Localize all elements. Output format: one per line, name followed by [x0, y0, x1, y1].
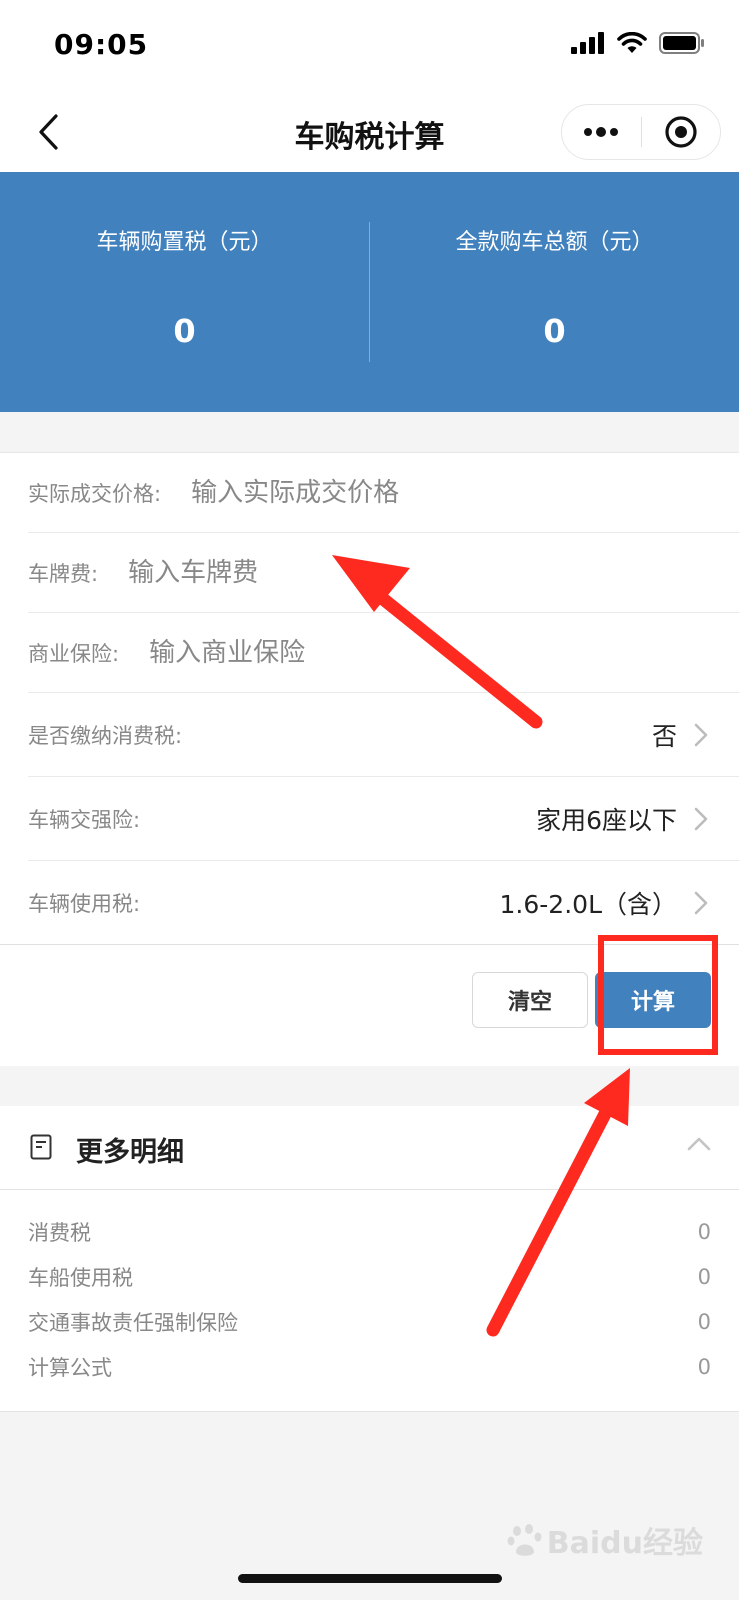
detail-label: 车船使用税: [28, 1266, 133, 1290]
insurance-row: 商业保险:: [28, 613, 739, 693]
usage-tax-value: 1.6-2.0L（含）: [499, 889, 677, 919]
clear-button[interactable]: 清空: [472, 972, 588, 1028]
details-card: 更多明细 消费税 0 车船使用税 0 交通事故责任强制保险 0 计算公式 0: [0, 1106, 739, 1412]
chevron-right-icon: [694, 723, 708, 746]
status-bar: 09:05: [0, 0, 739, 92]
chevron-right-icon: [694, 891, 708, 914]
detail-row: 车船使用税 0: [28, 1257, 711, 1297]
nav-bar: 车购税计算: [0, 92, 739, 172]
status-icons: [571, 32, 705, 54]
detail-value: 0: [697, 1310, 711, 1334]
more-dots-icon: [584, 127, 619, 137]
chevron-up-icon: [687, 1137, 711, 1151]
purchase-tax-summary: 车辆购置税（元） 0: [0, 172, 369, 412]
plate-fee-row: 车牌费:: [28, 533, 739, 613]
compulsory-insurance-selector[interactable]: 车辆交强险: 家用6座以下: [28, 777, 739, 861]
more-button[interactable]: [562, 105, 641, 159]
insurance-input[interactable]: [149, 637, 490, 668]
details-toggle[interactable]: 更多明细: [0, 1106, 739, 1190]
battery-icon: [659, 32, 704, 54]
detail-label: 交通事故责任强制保险: [28, 1311, 238, 1335]
detail-label: 计算公式: [28, 1356, 112, 1380]
details-title: 更多明细: [76, 1137, 184, 1168]
detail-value: 0: [697, 1220, 711, 1244]
baidu-watermark: Baidu经验: [507, 1518, 703, 1562]
detail-row: 交通事故责任强制保险 0: [28, 1302, 711, 1342]
usage-tax-selector[interactable]: 车辆使用税: 1.6-2.0L（含）: [0, 861, 739, 945]
detail-value: 0: [697, 1355, 711, 1379]
total-amount-summary: 全款购车总额（元） 0: [370, 172, 739, 412]
detail-value: 0: [697, 1265, 711, 1289]
consumption-tax-label: 是否缴纳消费税:: [28, 723, 183, 748]
detail-row: 计算公式 0: [28, 1347, 711, 1387]
plate-fee-label: 车牌费:: [28, 561, 99, 586]
chevron-right-icon: [694, 807, 708, 830]
close-mini-program-button[interactable]: [642, 105, 721, 159]
detail-label: 消费税: [28, 1221, 91, 1245]
paw-icon: [507, 1524, 542, 1556]
total-amount-label: 全款购车总额（元）: [455, 230, 654, 255]
consumption-tax-value: 否: [651, 721, 677, 751]
price-input[interactable]: [191, 477, 532, 508]
consumption-tax-selector[interactable]: 是否缴纳消费税: 否: [28, 693, 739, 777]
document-icon: [30, 1134, 52, 1160]
detail-row: 消费税 0: [28, 1212, 711, 1252]
status-time: 09:05: [54, 28, 149, 61]
tax-form: 实际成交价格: 车牌费: 商业保险: 是否缴纳消费税: 否 车辆交强险: 家用6…: [0, 452, 739, 1066]
price-label: 实际成交价格:: [28, 481, 162, 506]
usage-tax-label: 车辆使用税:: [28, 891, 141, 916]
signal-icon: [571, 32, 604, 54]
calculate-button[interactable]: 计算: [595, 972, 711, 1028]
target-icon: [665, 116, 697, 148]
total-amount-value: 0: [543, 312, 566, 350]
insurance-label: 商业保险:: [28, 641, 120, 666]
mini-program-capsule: [561, 104, 721, 160]
compulsory-insurance-value: 家用6座以下: [536, 805, 677, 835]
compulsory-insurance-label: 车辆交强险:: [28, 807, 141, 832]
price-row: 实际成交价格:: [28, 453, 739, 533]
plate-fee-input[interactable]: [128, 557, 469, 588]
wifi-icon: [617, 32, 647, 53]
watermark-text: Baidu经验: [546, 1526, 703, 1561]
purchase-tax-value: 0: [173, 312, 196, 350]
tax-summary: 车辆购置税（元） 0 全款购车总额（元） 0: [0, 172, 739, 412]
purchase-tax-label: 车辆购置税（元）: [96, 230, 273, 255]
home-indicator[interactable]: [238, 1574, 502, 1583]
